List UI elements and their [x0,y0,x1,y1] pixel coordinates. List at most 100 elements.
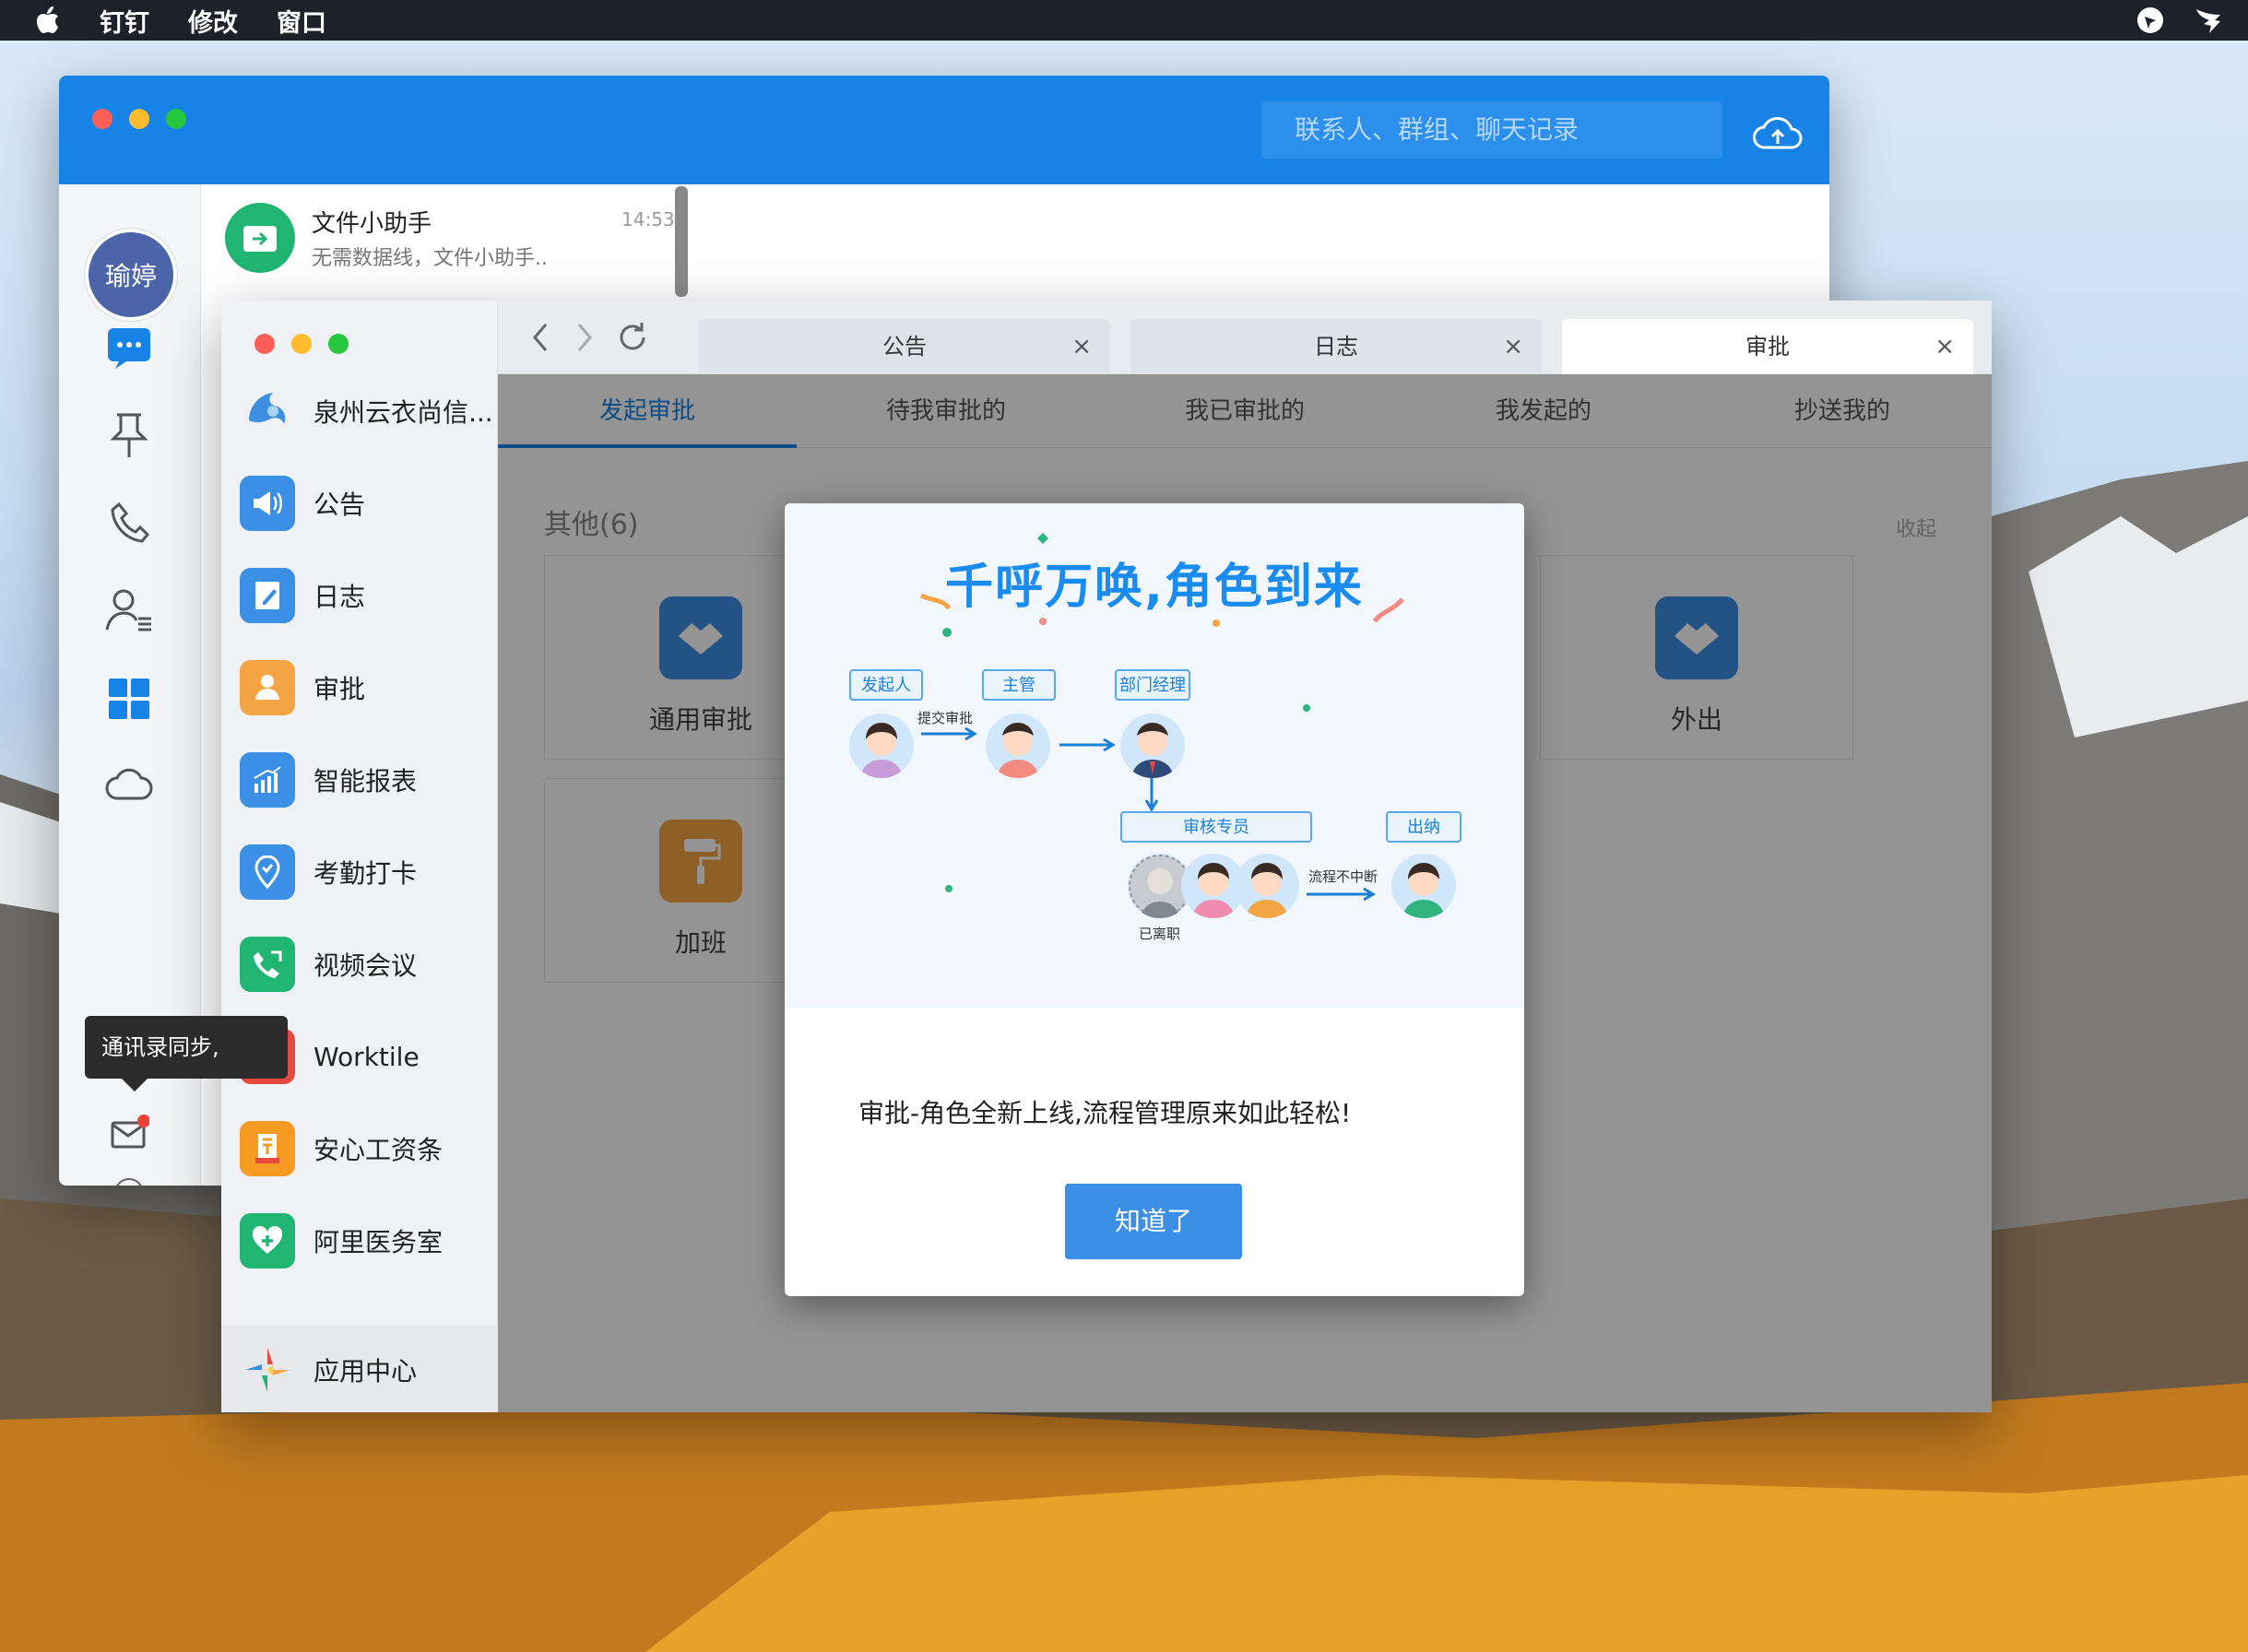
close-workbench-button[interactable] [254,334,275,354]
main-side-rail: 瑜婷 通讯录同步, [59,184,288,1186]
global-search-input[interactable]: 联系人、群组、聊天记录 [1261,101,1722,159]
sidebar-item-label: 阿里医务室 [314,1227,444,1257]
roles-illustration: 千呼万唤,角色到来 发起人 主管 部门经理 审核专员 出纳 提交审批 流程不中断… [785,503,1524,1009]
workbench-window-controls [254,334,349,354]
sidebar-item-label: 安心工资条 [314,1135,444,1165]
sidebar-item-org[interactable]: 泉州云衣尚信... [240,382,493,441]
flow-continue-label: 流程不中断 [1308,868,1378,885]
flow-submit-label: 提交审批 [917,710,974,726]
initiator-avatar-icon [849,714,914,778]
apple-icon[interactable] [35,2,72,39]
supervisor-avatar-icon [986,714,1050,778]
sidebar-item-announcement[interactable]: 公告 [240,474,489,533]
sidebar-item-attendance[interactable]: 考勤打卡 [240,843,489,902]
notebook-icon [240,568,295,623]
focus-icon[interactable] [2134,4,2167,37]
close-tab-icon[interactable]: × [1934,319,1955,374]
dept-manager-avatar-icon [1120,714,1185,778]
add-circle-icon[interactable] [103,1167,155,1186]
cashier-avatar-icon [1391,854,1456,918]
location-pin-icon [240,844,295,900]
sidebar-item-label: 泉州云衣尚信... [314,397,493,428]
chat-name: 文件小助手 [312,210,432,238]
modal-title: 千呼万唤,角色到来 [945,560,1364,615]
zoom-workbench-button[interactable] [328,334,349,354]
zoom-window-button[interactable] [166,109,186,129]
refresh-icon[interactable] [614,319,651,356]
workbench-icon[interactable] [103,673,155,725]
role-tag-dept-manager: 部门经理 [1115,669,1190,701]
user-avatar[interactable]: 瑜婷 [85,229,177,321]
got-it-button[interactable]: 知道了 [1065,1184,1242,1259]
tab-label: 审批 [1745,334,1790,360]
sidebar-item-label: 日志 [314,582,366,612]
minimize-workbench-button[interactable] [291,334,312,354]
mail-icon[interactable] [103,1106,155,1158]
chat-time: 14:53 [621,208,675,230]
menu-bar: 钉钉 修改 窗口 [0,0,2248,41]
sidebar-item-approval[interactable]: 审批 [240,658,489,717]
app-center-label: 应用中心 [314,1356,418,1386]
menu-status-icons [2134,4,2228,37]
menu-window[interactable]: 窗口 [277,3,326,39]
org-logo-icon [240,384,295,439]
cloud-icon[interactable] [103,758,155,809]
resigned-label: 已离职 [1139,926,1181,942]
chat-list-item[interactable]: 文件小助手 14:53 无需数据线，文件小助手.. [201,184,690,286]
file-helper-avatar-icon [225,203,295,273]
forward-chevron-icon[interactable] [566,319,603,356]
app-center-bar[interactable]: 应用中心 [221,1326,498,1412]
role-tag-auditor: 审核专员 [1120,811,1312,843]
cloud-upload-icon[interactable] [1752,111,1804,155]
sidebar-item-label: 考勤打卡 [314,858,418,889]
megaphone-icon [240,476,295,531]
sidebar-item-video-meeting[interactable]: 视频会议 [240,935,489,994]
tab-announcement[interactable]: 公告 × [699,319,1110,374]
auditor-avatar-icon [1235,854,1299,918]
sidebar-item-label: Worktile [314,1041,420,1072]
dingtalk-bird-icon[interactable] [2195,4,2228,37]
contacts-sync-tooltip: 通讯录同步, [85,1016,288,1092]
role-tag-cashier: 出纳 [1386,811,1461,843]
menu-edit[interactable]: 修改 [188,3,238,39]
video-phone-icon [240,937,295,992]
back-chevron-icon[interactable] [522,319,559,356]
heart-plus-icon [240,1213,295,1268]
approval-person-icon [240,660,295,715]
feature-announcement-modal: 千呼万唤,角色到来 发起人 主管 部门经理 审核专员 出纳 提交审批 流程不中断… [785,503,1524,1296]
message-icon[interactable] [103,323,155,374]
sidebar-item-salary[interactable]: 安心工资条 [240,1119,489,1178]
chat-list-scrollbar[interactable] [675,186,688,297]
sidebar-item-label: 智能报表 [314,766,418,796]
tab-label: 公告 [882,334,927,360]
salary-icon [240,1121,295,1176]
tab-approval[interactable]: 审批 × [1562,319,1973,374]
sidebar-item-label: 公告 [314,490,366,520]
minimize-window-button[interactable] [129,109,149,129]
pin-icon[interactable] [103,409,155,461]
tab-journal[interactable]: 日志 × [1130,319,1542,374]
menu-dingtalk[interactable]: 钉钉 [100,3,149,39]
sidebar-item-journal[interactable]: 日志 [240,566,489,625]
sidebar-item-clinic[interactable]: 阿里医务室 [240,1211,489,1270]
chat-preview: 无需数据线，文件小助手.. [312,247,548,270]
phone-icon[interactable] [103,498,155,549]
sidebar-item-label: 视频会议 [314,950,418,981]
app-sidebar: 泉州云衣尚信... 公告 日志 审批 智能报表 考勤打卡 视频会议 Workti… [221,301,498,1412]
report-chart-icon [240,752,295,808]
tab-label: 日志 [1314,334,1358,360]
modal-message: 审批-角色全新上线,流程管理原来如此轻松! [858,1098,1352,1128]
contacts-icon[interactable] [103,584,155,636]
role-tag-initiator: 发起人 [849,669,923,701]
tab-bar: 公告 × 日志 × 审批 × [498,301,1992,374]
sidebar-item-label: 审批 [314,674,366,704]
main-window-header: 联系人、群组、聊天记录 [59,76,1829,184]
close-tab-icon[interactable]: × [1071,319,1092,374]
app-center-item[interactable]: 应用中心 [240,1340,489,1399]
close-window-button[interactable] [92,109,112,129]
sidebar-item-report[interactable]: 智能报表 [240,750,489,809]
app-center-icon [240,1342,295,1398]
close-tab-icon[interactable]: × [1503,319,1523,374]
window-controls [92,109,186,129]
role-tag-supervisor: 主管 [982,669,1056,701]
